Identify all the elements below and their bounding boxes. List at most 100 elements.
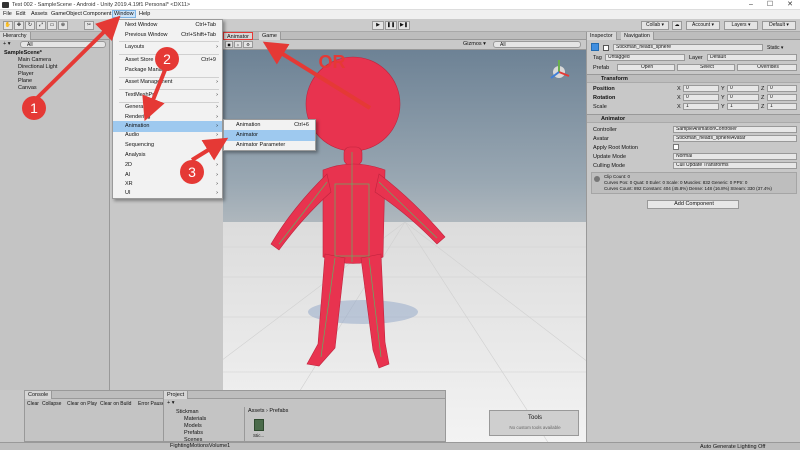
- transform-header[interactable]: Transform: [587, 74, 800, 83]
- project-add-button[interactable]: + ▾: [167, 400, 175, 406]
- hierarchy-add-button[interactable]: + ▾: [3, 41, 11, 47]
- menu-assets[interactable]: Assets: [31, 11, 48, 17]
- update-mode-dropdown[interactable]: Normal: [673, 153, 797, 160]
- tag-dropdown[interactable]: Untagged: [605, 54, 685, 61]
- menu-item-label: XR: [125, 181, 133, 187]
- scale-tool-icon[interactable]: ⤢: [36, 21, 46, 30]
- tab-project[interactable]: Project: [164, 391, 189, 399]
- menu-edit[interactable]: Edit: [16, 11, 25, 17]
- layer-dropdown[interactable]: Default: [707, 54, 797, 61]
- collab-button[interactable]: Collab ▾: [641, 21, 669, 30]
- project-divider: [244, 407, 245, 443]
- update-mode-label: Update Mode: [593, 154, 627, 160]
- hierarchy-item-canvas[interactable]: Canvas: [18, 85, 37, 91]
- tools-overlay: Tools No custom tools available: [489, 410, 579, 436]
- menu-item-ui[interactable]: UI ›: [113, 188, 222, 199]
- menu-item-package-manager[interactable]: Package Manager: [113, 65, 222, 76]
- scene-gizmo-icon[interactable]: [550, 60, 570, 79]
- layers-dropdown[interactable]: Layers ▾: [724, 21, 758, 30]
- prefab-select-button[interactable]: Select: [677, 64, 735, 71]
- position-z-field[interactable]: 0: [767, 85, 797, 92]
- project-folder-materials[interactable]: Materials: [184, 416, 206, 422]
- hand-tool-icon[interactable]: ✋: [3, 21, 13, 30]
- menu-help[interactable]: Help: [139, 11, 150, 17]
- active-checkbox[interactable]: [603, 45, 609, 51]
- culling-mode-dropdown[interactable]: Cull Update Transforms: [673, 162, 797, 169]
- prefab-overrides-dropdown[interactable]: Overrides: [737, 64, 797, 71]
- rotation-x-field[interactable]: 0: [683, 94, 719, 101]
- project-breadcrumb[interactable]: Assets › Prefabs: [248, 408, 288, 414]
- object-name-field[interactable]: Stickman_heads_sphere: [613, 44, 763, 51]
- project-folder-stickman[interactable]: Stickman: [176, 409, 199, 415]
- scene-root[interactable]: SampleScene*: [4, 50, 42, 56]
- menu-item-label: AI: [125, 172, 131, 178]
- tab-navigation[interactable]: Navigation: [621, 32, 654, 40]
- controller-field[interactable]: SampleAnimationController: [673, 126, 797, 133]
- step-button[interactable]: ▶❚: [398, 21, 410, 30]
- project-header: Project: [164, 391, 445, 399]
- add-component-button[interactable]: Add Component: [647, 200, 739, 209]
- tab-inspector[interactable]: Inspector: [587, 32, 617, 40]
- rotate-tool-icon[interactable]: ↻: [25, 21, 35, 30]
- menu-gameobject[interactable]: GameObject: [51, 11, 82, 17]
- tab-hierarchy[interactable]: Hierarchy: [0, 32, 31, 40]
- maximize-button[interactable]: ☐: [762, 0, 778, 10]
- prefab-asset-icon[interactable]: [254, 419, 264, 431]
- apply-root-motion-label: Apply Root Motion: [593, 145, 638, 151]
- avatar-field[interactable]: Stickman_heads_sphereAvatar: [673, 135, 797, 142]
- menu-item-label: Next Window: [125, 22, 158, 28]
- prefab-asset-label[interactable]: Stic...: [253, 433, 264, 438]
- controller-label: Controller: [593, 127, 617, 133]
- minimize-button[interactable]: –: [743, 0, 759, 10]
- hierarchy-item-directional-light[interactable]: Directional Light: [18, 64, 57, 70]
- play-button[interactable]: ▶: [372, 21, 384, 30]
- rotation-y-field[interactable]: 0: [727, 94, 759, 101]
- animator-header[interactable]: Animator: [587, 114, 800, 123]
- menu-item-textmeshpro[interactable]: TextMeshPro ›: [113, 90, 222, 101]
- project-folder-models[interactable]: Models: [184, 423, 202, 429]
- title-bar: Test 002 - SampleScene - Android - Unity…: [0, 0, 800, 10]
- scale-z-field[interactable]: 1: [767, 103, 797, 110]
- axis-label: Y: [721, 95, 725, 101]
- menu-item-previous-window[interactable]: Previous Window Ctrl+Shift+Tab: [113, 30, 222, 41]
- rotation-z-field[interactable]: 0: [767, 94, 797, 101]
- menu-window[interactable]: Window: [112, 10, 136, 18]
- cloud-icon[interactable]: ☁: [672, 21, 682, 30]
- menu-item-layouts[interactable]: Layouts ›: [113, 42, 222, 53]
- apply-root-motion-checkbox[interactable]: [673, 144, 679, 150]
- position-y-field[interactable]: 0: [727, 85, 759, 92]
- status-bar: Auto Generate Lighting Off: [0, 442, 800, 450]
- scale-x-field[interactable]: 1: [683, 103, 719, 110]
- move-tool-icon[interactable]: ✥: [14, 21, 24, 30]
- console-clear-on-build-button[interactable]: Clear on Build: [100, 401, 131, 407]
- hierarchy-item-player[interactable]: Player: [18, 71, 34, 77]
- rect-tool-icon[interactable]: ▭: [47, 21, 57, 30]
- console-clear-button[interactable]: Clear: [27, 401, 39, 407]
- layout-dropdown[interactable]: Default ▾: [762, 21, 796, 30]
- pause-button[interactable]: ❚❚: [385, 21, 397, 30]
- position-x-field[interactable]: 0: [683, 85, 719, 92]
- tab-console[interactable]: Console: [25, 391, 53, 399]
- prefab-open-button[interactable]: Open: [617, 64, 675, 71]
- menu-file[interactable]: File: [3, 11, 12, 17]
- account-dropdown[interactable]: Account ▾: [686, 21, 720, 30]
- menu-item-label: Rendering: [125, 114, 151, 120]
- project-folder-fightingmotions[interactable]: FightingMotionsVolume1: [170, 443, 230, 449]
- project-folder-prefabs[interactable]: Prefabs: [184, 430, 203, 436]
- window-title: Test 002 - SampleScene - Android - Unity…: [12, 2, 191, 8]
- custom-tool-icon[interactable]: ✂: [84, 21, 94, 30]
- menu-item-asset-management[interactable]: Asset Management ›: [113, 77, 222, 88]
- static-toggle[interactable]: Static ▾: [767, 45, 783, 51]
- hierarchy-item-main-camera[interactable]: Main Camera: [18, 57, 51, 63]
- submenu-item-animator-parameter[interactable]: Animator Parameter: [224, 140, 315, 151]
- menu-item-label: Animation: [125, 123, 150, 129]
- console-error-pause-button[interactable]: Error Pause: [138, 401, 166, 407]
- hierarchy-search-input[interactable]: All: [20, 41, 106, 48]
- console-collapse-button[interactable]: Collapse: [42, 401, 61, 407]
- close-button[interactable]: ✕: [782, 0, 798, 10]
- console-clear-on-play-button[interactable]: Clear on Play: [67, 401, 97, 407]
- hierarchy-item-plane[interactable]: Plane: [18, 78, 32, 84]
- menu-component[interactable]: Component: [83, 11, 111, 17]
- scale-y-field[interactable]: 1: [727, 103, 759, 110]
- transform-tool-icon[interactable]: ⊕: [58, 21, 68, 30]
